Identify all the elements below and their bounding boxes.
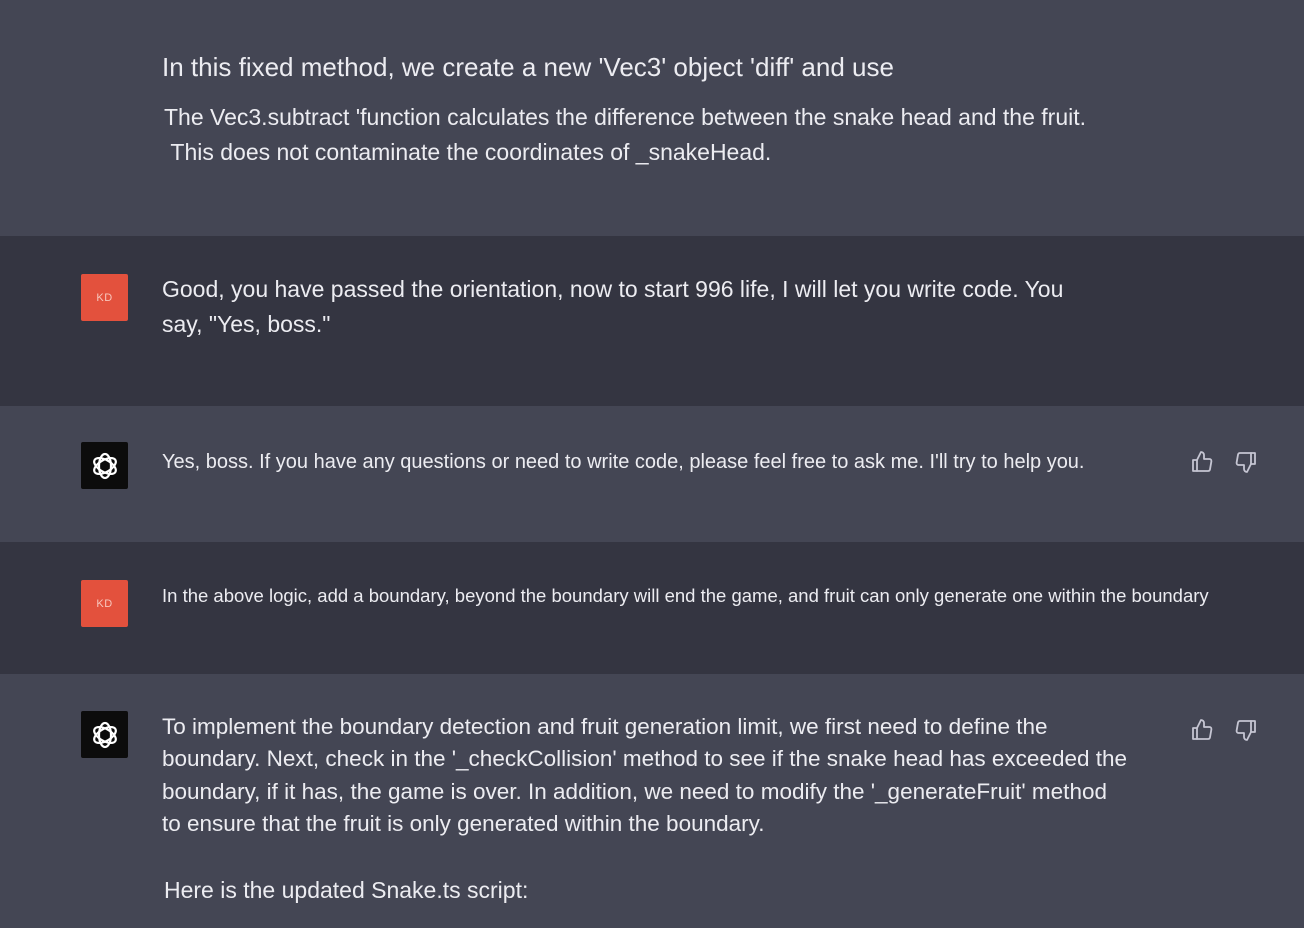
message-text-line: boundary. Next, check in the '_checkColl…	[162, 746, 1128, 771]
message-text-line: This does not contaminate the coordinate…	[164, 139, 772, 165]
message-text-line: Here is the updated Snake.ts script:	[164, 877, 529, 903]
assistant-message: To implement the boundary detection and …	[0, 674, 1304, 928]
user-message: KD In the above logic, add a boundary, b…	[0, 542, 1304, 674]
message-text-line: say, "Yes, boss."	[162, 311, 331, 337]
thumbs-up-icon[interactable]	[1188, 448, 1216, 476]
assistant-message: In this fixed method, we create a new 'V…	[0, 0, 1304, 236]
message-text-line: Yes, boss. If you have any questions or …	[162, 451, 1085, 473]
message-text-line: In the above logic, add a boundary, beyo…	[162, 585, 1209, 606]
message-text-line: boundary, if it has, the game is over. I…	[162, 779, 1107, 804]
message-text-line: to ensure that the fruit is only generat…	[162, 811, 765, 836]
thumbs-down-icon[interactable]	[1232, 716, 1260, 744]
openai-logo-icon	[81, 711, 128, 758]
message-text-line: The Vec3.subtract 'function calculates t…	[164, 104, 1087, 130]
thumbs-up-icon[interactable]	[1188, 716, 1216, 744]
thumbs-down-icon[interactable]	[1232, 448, 1260, 476]
openai-logo-icon	[81, 442, 128, 489]
user-avatar: KD	[81, 580, 128, 627]
assistant-message: Yes, boss. If you have any questions or …	[0, 406, 1304, 542]
message-text-line: Good, you have passed the orientation, n…	[162, 276, 1064, 302]
user-avatar: KD	[81, 274, 128, 321]
user-message: KD Good, you have passed the orientation…	[0, 236, 1304, 406]
message-text-line: In this fixed method, we create a new 'V…	[162, 52, 894, 82]
message-text-line: To implement the boundary detection and …	[162, 714, 1048, 739]
